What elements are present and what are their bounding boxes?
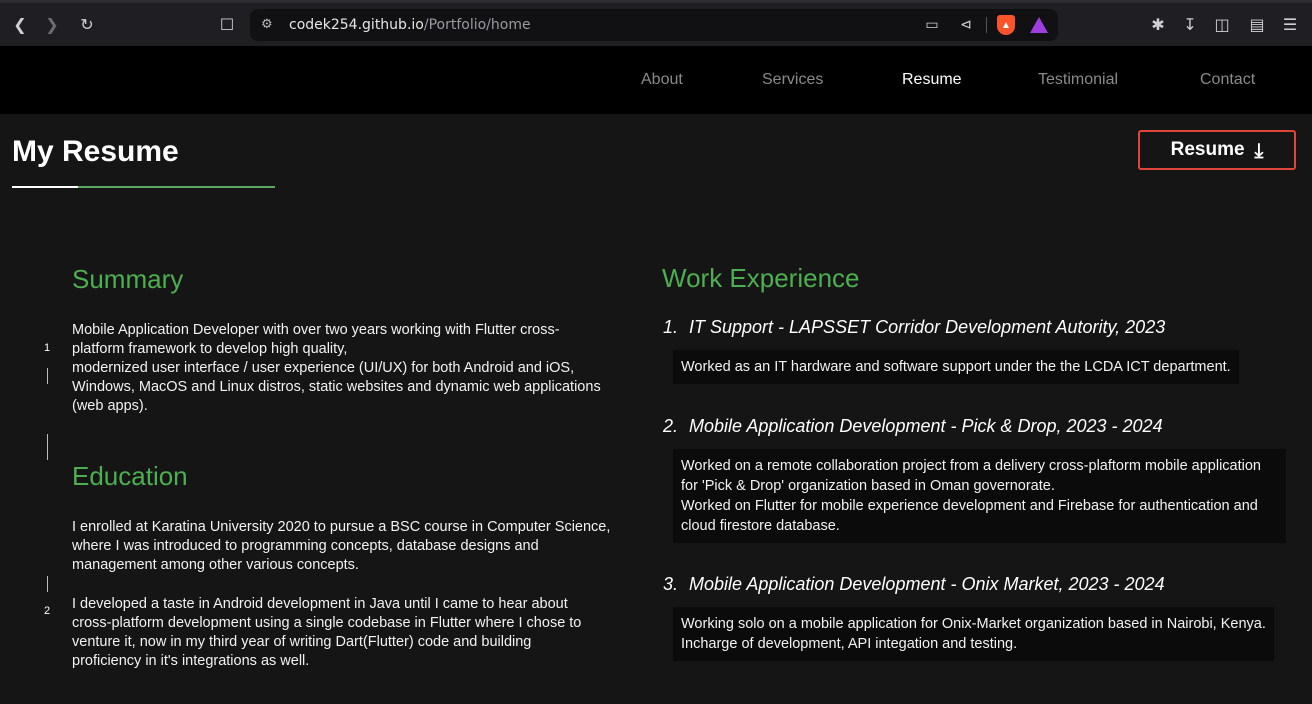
job-description: Worked as an IT hardware and software su… xyxy=(673,350,1239,384)
job-description: Worked on a remote collaboration project… xyxy=(673,449,1286,543)
nav-about[interactable]: About xyxy=(641,71,683,89)
job-title: 1. IT Support - LAPSSET Corridor Developm… xyxy=(663,317,1166,337)
nav-testimonial[interactable]: Testimonial xyxy=(1038,71,1118,89)
timeline-line xyxy=(47,434,48,460)
sidebar-icon[interactable]: ◫ xyxy=(1210,12,1234,36)
bookmark-icon[interactable]: ☐ xyxy=(215,12,239,36)
education-heading: Education xyxy=(72,461,188,491)
nav-contact[interactable]: Contact xyxy=(1200,71,1255,89)
title-underline xyxy=(12,186,275,188)
site-settings-icon[interactable]: ⚙ xyxy=(261,17,273,32)
education-paragraph: I developed a taste in Android developme… xyxy=(72,596,582,669)
reload-icon[interactable]: ↻ xyxy=(75,12,99,36)
browser-toolbar: ❮ ❯ ↻ ☐ ⚙ codek254.github.io/Portfolio/h… xyxy=(0,0,1312,46)
resume-button-label: Resume xyxy=(1170,139,1245,160)
brave-shields-icon[interactable]: ▲ xyxy=(997,15,1015,35)
nav-services[interactable]: Services xyxy=(762,71,823,89)
job-title: 3. Mobile Application Development - Onix … xyxy=(663,574,1165,594)
work-experience-heading: Work Experience xyxy=(662,263,860,293)
site-navigation: About Services Resume Testimonial Contac… xyxy=(0,46,1312,114)
wallet-icon[interactable]: ▤ xyxy=(1245,12,1269,36)
back-arrow-icon[interactable]: ❮ xyxy=(8,12,32,36)
cast-icon[interactable]: ▭ xyxy=(922,15,942,35)
summary-text: Mobile Application Developer with over t… xyxy=(72,322,601,414)
address-bar[interactable]: ⚙ codek254.github.io/Portfolio/home ▭ ⊲ … xyxy=(250,9,1058,41)
nav-resume[interactable]: Resume xyxy=(902,71,962,89)
resume-download-button[interactable]: Resume ⤓ xyxy=(1138,130,1296,170)
timeline-marker: 1 xyxy=(44,342,51,354)
extensions-icon[interactable]: ✱ xyxy=(1146,12,1170,36)
job-title: 2. Mobile Application Development - Pick … xyxy=(663,416,1163,436)
education-paragraph: I enrolled at Karatina University 2020 t… xyxy=(72,519,611,573)
job-description: Working solo on a mobile application for… xyxy=(673,607,1274,661)
forward-arrow-icon[interactable]: ❯ xyxy=(40,12,64,36)
divider xyxy=(986,17,987,33)
menu-icon[interactable]: ☰ xyxy=(1278,12,1302,36)
brave-rewards-icon[interactable] xyxy=(1030,17,1048,33)
downloads-icon[interactable]: ↧ xyxy=(1178,12,1202,36)
share-icon[interactable]: ⊲ xyxy=(956,15,976,35)
download-icon: ⤓ xyxy=(1254,138,1264,162)
page-title: My Resume xyxy=(12,135,179,168)
summary-heading: Summary xyxy=(72,264,184,294)
timeline-line xyxy=(47,576,48,592)
timeline-marker: 2 xyxy=(44,605,51,617)
url-text[interactable]: codek254.github.io/Portfolio/home xyxy=(289,17,531,33)
timeline-line xyxy=(47,368,48,384)
